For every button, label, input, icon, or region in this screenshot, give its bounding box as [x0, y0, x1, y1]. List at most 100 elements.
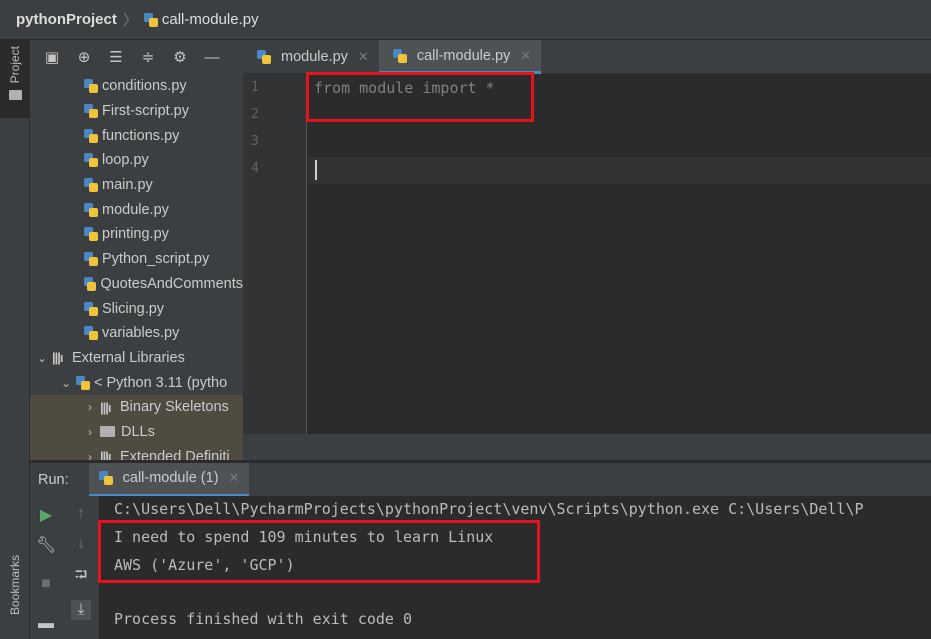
tree-file-item[interactable]: main.py: [30, 173, 243, 198]
minimize-icon[interactable]: —: [202, 49, 222, 66]
tree-external-libraries[interactable]: ⌄ |||ı External Libraries: [30, 346, 243, 371]
arrow-down-icon[interactable]: ↓: [71, 534, 91, 554]
python-run-icon: [98, 471, 113, 485]
tree-file-item[interactable]: Python_script.py: [30, 247, 243, 272]
expand-all-icon[interactable]: ≑: [138, 48, 158, 66]
console-command: C:\Users\Dell\PycharmProjects\pythonProj…: [114, 500, 864, 518]
close-icon[interactable]: ✕: [520, 48, 531, 64]
tree-python-sdk[interactable]: ⌄ < Python 3.11 (pytho: [30, 370, 243, 395]
tree-file-item[interactable]: printing.py: [30, 222, 243, 247]
tab-module[interactable]: module.py ✕: [243, 40, 379, 74]
tree-file-label: loop.py: [102, 152, 149, 169]
close-icon[interactable]: ✕: [358, 49, 369, 65]
line-number: 3: [251, 134, 259, 149]
python-sdk-icon: [76, 375, 90, 390]
soft-wrap-icon[interactable]: ⮒: [71, 566, 91, 586]
tree-file-label: QuotesAndComments: [100, 275, 243, 292]
python-file-icon: [84, 276, 97, 291]
tree-file-label: Python_script.py: [102, 251, 210, 268]
arrow-up-icon[interactable]: ↑: [71, 504, 91, 524]
chevron-down-icon[interactable]: ⌄: [58, 376, 74, 390]
run-panel-header: Run: call-module (1) ✕: [30, 462, 931, 497]
run-play-icon[interactable]: ▶: [36, 506, 56, 526]
close-icon[interactable]: ✕: [229, 470, 240, 486]
library-icon: |||ı: [100, 399, 112, 415]
tree-file-item[interactable]: conditions.py: [30, 74, 243, 99]
editor-bottom-bar: [243, 434, 931, 460]
tab-label: call-module.py: [416, 47, 511, 64]
tree-file-label: variables.py: [102, 325, 180, 342]
console-exit-message: Process finished with exit code 0: [114, 610, 413, 628]
tree-dlls[interactable]: › DLLs: [30, 419, 243, 445]
python-file-icon: [143, 12, 158, 27]
project-tree: conditions.py First-script.py functions.…: [30, 74, 243, 460]
tree-file-label: conditions.py: [102, 78, 187, 95]
tree-file-item[interactable]: QuotesAndComments: [30, 272, 243, 297]
tree-label: DLLs: [121, 423, 155, 440]
current-line-highlight: [308, 157, 931, 184]
tree-file-item[interactable]: Slicing.py: [30, 296, 243, 321]
project-panel: ▣ ⊕ ☰ ≑ ⚙ — conditions.py First-script.p…: [30, 40, 243, 460]
code-editor[interactable]: 1 2 3 4 from module import *: [243, 74, 931, 434]
tree-file-item[interactable]: loop.py: [30, 148, 243, 173]
tree-binary-skeletons[interactable]: › |||ı Binary Skeletons: [30, 394, 243, 420]
tree-file-label: Slicing.py: [102, 300, 165, 317]
library-icon: |||ı: [100, 449, 112, 460]
folder-icon: [100, 426, 115, 438]
python-file-icon: [84, 79, 98, 94]
breadcrumb-separator: 〉: [122, 12, 138, 29]
python-file-icon: [257, 50, 271, 64]
layout-icon[interactable]: ▬: [36, 614, 56, 634]
tree-label: Extended Definiti: [120, 448, 230, 460]
tree-file-item[interactable]: functions.py: [30, 123, 243, 148]
chevron-right-icon[interactable]: ›: [82, 450, 98, 460]
python-file-icon: [84, 227, 98, 242]
tree-file-label: module.py: [102, 201, 169, 218]
python-file-icon: [84, 202, 98, 217]
collapse-all-icon[interactable]: ☰: [106, 48, 126, 66]
tree-file-label: printing.py: [102, 226, 169, 243]
annotation-box-import: [306, 72, 534, 122]
run-tab-label: call-module (1): [122, 470, 219, 486]
python-file-icon: [84, 301, 98, 316]
annotation-box-output: [98, 520, 540, 583]
tree-file-item[interactable]: module.py: [30, 197, 243, 222]
run-toolbar-secondary: ↑ ↓ ⮒ ⤓: [62, 496, 100, 639]
chevron-down-icon[interactable]: ⌄: [34, 351, 50, 365]
library-icon: |||ı: [52, 350, 64, 366]
run-label: Run:: [38, 471, 69, 488]
breadcrumb-project[interactable]: pythonProject: [16, 11, 117, 28]
editor-tabs: module.py ✕ call-module.py ✕: [243, 40, 931, 74]
tree-extended-definitions[interactable]: › |||ı Extended Definiti: [30, 444, 243, 460]
project-tool-label: Project: [8, 46, 22, 84]
tree-file-label: main.py: [102, 177, 153, 194]
tree-file-item[interactable]: variables.py: [30, 321, 243, 346]
left-tool-strip: Project Bookmarks: [0, 40, 30, 639]
python-file-icon: [392, 48, 407, 63]
python-file-icon: [84, 153, 98, 168]
bookmarks-tool-label[interactable]: Bookmarks: [8, 555, 22, 615]
scroll-to-end-icon[interactable]: ⤓: [71, 600, 91, 620]
python-file-icon: [84, 128, 98, 143]
breadcrumb: pythonProject 〉 call-module.py: [0, 0, 931, 40]
stop-icon[interactable]: ■: [36, 574, 56, 594]
tab-call-module[interactable]: call-module.py ✕: [378, 40, 542, 74]
wrench-icon[interactable]: 🔧︎: [36, 536, 56, 556]
line-number: 1: [251, 80, 259, 95]
crosshair-icon[interactable]: ⊕: [74, 48, 94, 66]
tree-label: < Python 3.11 (pytho: [94, 374, 228, 391]
layout-icon[interactable]: ▣: [42, 48, 62, 66]
tree-file-label: First-script.py: [102, 103, 189, 120]
python-file-icon: [84, 252, 98, 267]
run-toolbar: ▶ 🔧︎ ■ ▬: [30, 496, 62, 639]
tab-label: module.py: [281, 49, 348, 65]
run-tab[interactable]: call-module (1) ✕: [88, 462, 250, 497]
chevron-right-icon[interactable]: ›: [82, 400, 98, 414]
python-file-icon: [84, 104, 98, 119]
line-number: 4: [251, 161, 259, 176]
gear-icon[interactable]: ⚙: [170, 48, 190, 66]
breadcrumb-file[interactable]: call-module.py: [162, 11, 259, 28]
chevron-right-icon[interactable]: ›: [82, 425, 98, 439]
tree-file-item[interactable]: First-script.py: [30, 99, 243, 124]
project-tool-button[interactable]: Project: [0, 40, 30, 118]
